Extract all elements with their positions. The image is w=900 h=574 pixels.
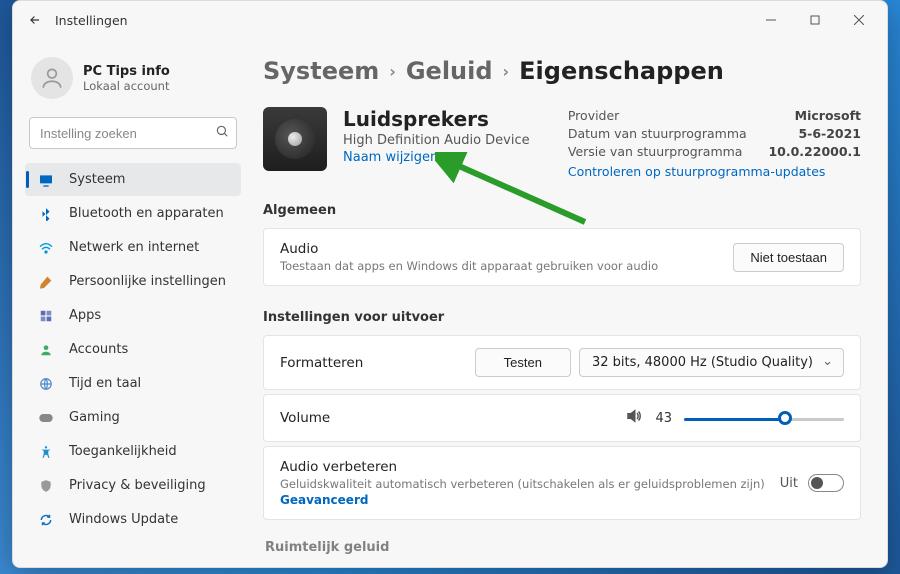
chevron-right-icon: ›	[389, 62, 396, 81]
section-spatial-peek: Ruimtelijk geluid	[263, 540, 861, 555]
sidebar-item-time-language[interactable]: Tijd en taal	[25, 367, 241, 400]
crumb-systeem[interactable]: Systeem	[263, 57, 379, 85]
bluetooth-icon	[37, 205, 55, 223]
device-subtitle: High Definition Audio Device	[343, 133, 530, 148]
card-label: Audio verbeteren	[280, 459, 780, 475]
minimize-button[interactable]	[749, 4, 793, 36]
sidebar-item-gaming[interactable]: Gaming	[25, 401, 241, 434]
search-wrap	[29, 117, 237, 149]
sidebar-item-systeem[interactable]: Systeem	[25, 163, 241, 196]
rename-link[interactable]: Naam wijzigen	[343, 150, 530, 165]
sidebar: PC Tips info Lokaal account Systeem Blue…	[13, 39, 253, 567]
crumb-current: Eigenschappen	[519, 57, 724, 85]
user-block[interactable]: PC Tips info Lokaal account	[25, 49, 241, 113]
gamepad-icon	[37, 409, 55, 427]
sidebar-item-bluetooth[interactable]: Bluetooth en apparaten	[25, 197, 241, 230]
shield-icon	[37, 477, 55, 495]
crumb-geluid[interactable]: Geluid	[406, 57, 493, 85]
window-title: Instellingen	[55, 13, 128, 28]
sidebar-item-label: Persoonlijke instellingen	[69, 274, 226, 289]
brush-icon	[37, 273, 55, 291]
sidebar-item-privacy[interactable]: Privacy & beveiliging	[25, 469, 241, 502]
sidebar-item-label: Toegankelijkheid	[69, 444, 177, 459]
chevron-right-icon: ›	[503, 62, 510, 81]
check-driver-updates-link[interactable]: Controleren op stuurprogramma-updates	[568, 164, 861, 179]
user-subtitle: Lokaal account	[83, 79, 170, 93]
sidebar-item-label: Gaming	[69, 410, 120, 425]
device-speaker-icon	[263, 107, 327, 171]
user-name: PC Tips info	[83, 64, 170, 79]
volume-slider[interactable]	[684, 409, 844, 427]
search-icon	[215, 124, 229, 142]
toggle-state: Uit	[780, 476, 798, 491]
main-panel: Systeem › Geluid › Eigenschappen Luidspr…	[253, 39, 887, 567]
titlebar: Instellingen	[13, 1, 887, 39]
avatar	[31, 57, 73, 99]
sidebar-item-update[interactable]: Windows Update	[25, 503, 241, 536]
card-audio: Audio Toestaan dat apps en Windows dit a…	[263, 228, 861, 286]
section-output: Instellingen voor uitvoer	[263, 310, 861, 325]
nav-list: Systeem Bluetooth en apparaten Netwerk e…	[25, 163, 241, 536]
sidebar-item-network[interactable]: Netwerk en internet	[25, 231, 241, 264]
card-label: Volume	[280, 410, 625, 426]
sidebar-item-label: Privacy & beveiliging	[69, 478, 206, 493]
settings-window: Instellingen PC Tips info Lokaal account	[12, 0, 888, 568]
sidebar-item-accounts[interactable]: Accounts	[25, 333, 241, 366]
globe-icon	[37, 375, 55, 393]
test-button[interactable]: Testen	[475, 348, 571, 377]
maximize-button[interactable]	[793, 4, 837, 36]
update-icon	[37, 511, 55, 529]
sidebar-item-label: Accounts	[69, 342, 128, 357]
breadcrumb: Systeem › Geluid › Eigenschappen	[263, 57, 861, 85]
advanced-link[interactable]: Geavanceerd	[280, 493, 780, 507]
enhance-toggle[interactable]	[808, 474, 844, 492]
sidebar-item-personalization[interactable]: Persoonlijke instellingen	[25, 265, 241, 298]
accessibility-icon	[37, 443, 55, 461]
person-icon	[37, 341, 55, 359]
search-input[interactable]	[29, 117, 237, 149]
card-label: Audio	[280, 241, 733, 257]
sidebar-item-label: Windows Update	[69, 512, 178, 527]
display-icon	[37, 171, 55, 189]
sidebar-item-accessibility[interactable]: Toegankelijkheid	[25, 435, 241, 468]
wifi-icon	[37, 239, 55, 257]
card-volume: Volume 43	[263, 394, 861, 442]
sidebar-item-label: Apps	[69, 308, 101, 323]
card-format: Formatteren Testen 32 bits, 48000 Hz (St…	[263, 335, 861, 390]
card-enhance: Audio verbeteren Geluidskwaliteit automa…	[263, 446, 861, 520]
format-dropdown[interactable]: 32 bits, 48000 Hz (Studio Quality)	[579, 348, 844, 377]
device-hero: Luidsprekers High Definition Audio Devic…	[263, 107, 861, 179]
sidebar-item-label: Bluetooth en apparaten	[69, 206, 224, 221]
close-button[interactable]	[837, 4, 881, 36]
back-button[interactable]	[19, 4, 51, 36]
card-desc: Geluidskwaliteit automatisch verbeteren …	[280, 477, 780, 491]
sidebar-item-label: Tijd en taal	[69, 376, 141, 391]
speaker-volume-icon[interactable]	[625, 407, 643, 429]
device-meta: ProviderMicrosoft Datum van stuurprogram…	[568, 107, 861, 179]
card-label: Formatteren	[280, 355, 475, 371]
sidebar-item-label: Systeem	[69, 172, 125, 187]
sidebar-item-label: Netwerk en internet	[69, 240, 199, 255]
disallow-button[interactable]: Niet toestaan	[733, 243, 844, 272]
section-general: Algemeen	[263, 203, 861, 218]
device-title: Luidsprekers	[343, 107, 530, 131]
sidebar-item-apps[interactable]: Apps	[25, 299, 241, 332]
apps-icon	[37, 307, 55, 325]
window-controls	[749, 4, 881, 36]
content-area: PC Tips info Lokaal account Systeem Blue…	[13, 39, 887, 567]
volume-value: 43	[655, 411, 672, 426]
card-desc: Toestaan dat apps en Windows dit apparaa…	[280, 259, 733, 273]
